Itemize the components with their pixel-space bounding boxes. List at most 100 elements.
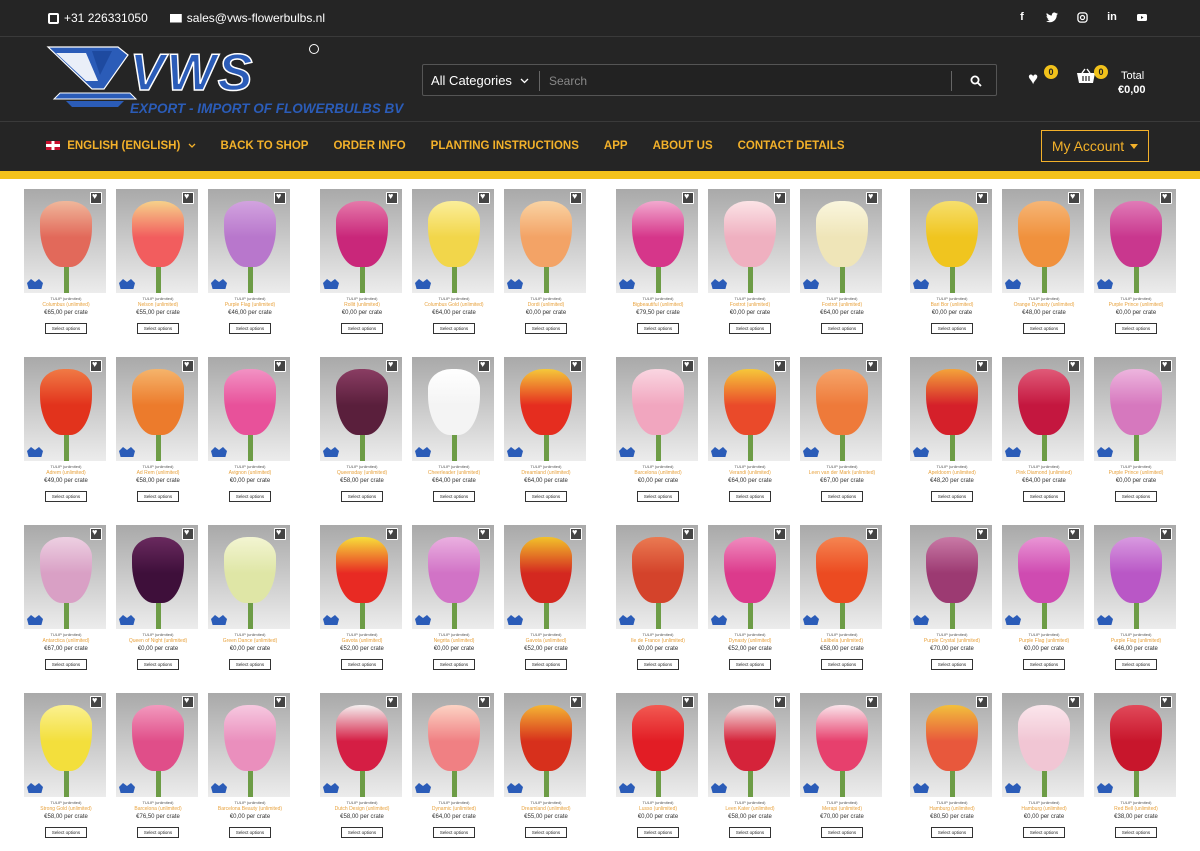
select-options-button[interactable]: Select options bbox=[821, 323, 863, 334]
linkedin-icon[interactable]: in bbox=[1106, 11, 1118, 23]
product-image[interactable] bbox=[24, 189, 106, 293]
select-options-button[interactable]: Select options bbox=[1023, 491, 1065, 502]
product-name[interactable]: Verandi (unlimited) bbox=[708, 470, 792, 476]
product-image[interactable] bbox=[504, 693, 586, 797]
product-image[interactable] bbox=[708, 693, 790, 797]
select-options-button[interactable]: Select options bbox=[229, 323, 271, 334]
add-to-wishlist-icon[interactable] bbox=[274, 191, 286, 204]
product-card[interactable]: TULIP (unlimited)Hamburg (unlimited) €80,… bbox=[910, 685, 994, 845]
add-to-wishlist-icon[interactable] bbox=[478, 359, 490, 372]
add-to-wishlist-icon[interactable] bbox=[90, 695, 102, 708]
product-image[interactable] bbox=[800, 357, 882, 461]
product-name[interactable]: Barcelona (unlimited) bbox=[116, 806, 200, 812]
product-name[interactable]: Foxtrot (unlimited) bbox=[708, 302, 792, 308]
select-options-button[interactable]: Select options bbox=[45, 827, 87, 838]
product-image[interactable] bbox=[412, 693, 494, 797]
cart-total[interactable]: Total €0,00 bbox=[1118, 69, 1146, 97]
product-image[interactable] bbox=[208, 357, 290, 461]
product-card[interactable]: TULIP (unlimited)Leen van der Mark (unli… bbox=[800, 349, 884, 509]
product-name[interactable]: Queen of Night (unlimited) bbox=[116, 638, 200, 644]
select-options-button[interactable]: Select options bbox=[341, 827, 383, 838]
product-image[interactable] bbox=[24, 357, 106, 461]
product-image[interactable] bbox=[910, 693, 992, 797]
add-to-wishlist-icon[interactable] bbox=[274, 527, 286, 540]
product-image[interactable] bbox=[504, 357, 586, 461]
product-image[interactable] bbox=[412, 189, 494, 293]
select-options-button[interactable]: Select options bbox=[821, 659, 863, 670]
product-card[interactable]: TULIP (unlimited)Gavota (unlimited) €52,0… bbox=[320, 517, 404, 677]
select-options-button[interactable]: Select options bbox=[229, 491, 271, 502]
product-card[interactable]: TULIP (unlimited)Adrem (unlimited) €49,00… bbox=[24, 349, 108, 509]
add-to-wishlist-icon[interactable] bbox=[182, 695, 194, 708]
select-options-button[interactable]: Select options bbox=[931, 323, 973, 334]
product-name[interactable]: Barcelona (unlimited) bbox=[616, 470, 700, 476]
add-to-wishlist-icon[interactable] bbox=[682, 359, 694, 372]
add-to-wishlist-icon[interactable] bbox=[570, 359, 582, 372]
product-image[interactable] bbox=[1094, 357, 1176, 461]
product-name[interactable]: Negrita (unlimited) bbox=[412, 638, 496, 644]
add-to-wishlist-icon[interactable] bbox=[386, 359, 398, 372]
product-image[interactable] bbox=[1094, 693, 1176, 797]
select-options-button[interactable]: Select options bbox=[1023, 659, 1065, 670]
add-to-wishlist-icon[interactable] bbox=[386, 695, 398, 708]
select-options-button[interactable]: Select options bbox=[45, 659, 87, 670]
product-image[interactable] bbox=[208, 189, 290, 293]
product-card[interactable]: TULIP (unlimited)Dynamic (unlimited) €64,… bbox=[412, 685, 496, 845]
add-to-wishlist-icon[interactable] bbox=[90, 191, 102, 204]
select-options-button[interactable]: Select options bbox=[341, 491, 383, 502]
product-name[interactable]: Merapi (unlimited) bbox=[800, 806, 884, 812]
product-image[interactable] bbox=[208, 693, 290, 797]
product-image[interactable] bbox=[208, 525, 290, 629]
product-name[interactable]: Columbus Gold (unlimited) bbox=[412, 302, 496, 308]
product-image[interactable] bbox=[800, 189, 882, 293]
product-image[interactable] bbox=[1002, 189, 1084, 293]
add-to-wishlist-icon[interactable] bbox=[1068, 695, 1080, 708]
product-image[interactable] bbox=[708, 357, 790, 461]
product-name[interactable]: Strong Gold (unlimited) bbox=[24, 806, 108, 812]
product-image[interactable] bbox=[1094, 525, 1176, 629]
product-name[interactable]: Gavota (unlimited) bbox=[504, 638, 588, 644]
product-name[interactable]: Gavota (unlimited) bbox=[320, 638, 404, 644]
add-to-wishlist-icon[interactable] bbox=[774, 527, 786, 540]
select-options-button[interactable]: Select options bbox=[637, 827, 679, 838]
product-name[interactable]: Leen van der Mark (unlimited) bbox=[800, 470, 884, 476]
product-image[interactable] bbox=[800, 525, 882, 629]
product-card[interactable]: TULIP (unlimited)Barcelona (unlimited) €0… bbox=[616, 349, 700, 509]
product-name[interactable]: Orange Dynasty (unlimited) bbox=[1002, 302, 1086, 308]
product-image[interactable] bbox=[116, 189, 198, 293]
add-to-wishlist-icon[interactable] bbox=[682, 695, 694, 708]
product-name[interactable]: Purple Prince (unlimited) bbox=[1094, 470, 1178, 476]
product-image[interactable] bbox=[616, 525, 698, 629]
product-name[interactable]: Rollit (unlimited) bbox=[320, 302, 404, 308]
cart-button[interactable]: 0 bbox=[1076, 65, 1108, 89]
product-card[interactable]: TULIP (unlimited)Bigbeautiful (unlimited… bbox=[616, 181, 700, 341]
select-options-button[interactable]: Select options bbox=[931, 659, 973, 670]
product-card[interactable]: TULIP (unlimited)Queen of Night (unlimit… bbox=[116, 517, 200, 677]
add-to-wishlist-icon[interactable] bbox=[182, 527, 194, 540]
product-card[interactable]: TULIP (unlimited)Rollit (unlimited) €0,00… bbox=[320, 181, 404, 341]
product-card[interactable]: TULIP (unlimited)Ad Rem (unlimited) €58,0… bbox=[116, 349, 200, 509]
product-image[interactable] bbox=[708, 189, 790, 293]
product-card[interactable]: TULIP (unlimited)Foxtrot (unlimited) €64,… bbox=[800, 181, 884, 341]
product-card[interactable]: TULIP (unlimited)Strong Gold (unlimited)… bbox=[24, 685, 108, 845]
select-options-button[interactable]: Select options bbox=[637, 659, 679, 670]
select-options-button[interactable]: Select options bbox=[433, 659, 475, 670]
add-to-wishlist-icon[interactable] bbox=[570, 527, 582, 540]
add-to-wishlist-icon[interactable] bbox=[1160, 359, 1172, 372]
nav-order-info[interactable]: ORDER INFO bbox=[333, 140, 405, 152]
product-name[interactable]: Green Dance (unlimited) bbox=[208, 638, 292, 644]
product-card[interactable]: TULIP (unlimited)Purple Prince (unlimite… bbox=[1094, 181, 1178, 341]
search-input[interactable] bbox=[549, 69, 939, 93]
add-to-wishlist-icon[interactable] bbox=[682, 527, 694, 540]
add-to-wishlist-icon[interactable] bbox=[182, 191, 194, 204]
add-to-wishlist-icon[interactable] bbox=[976, 695, 988, 708]
product-card[interactable]: TULIP (unlimited)Apeldoorn (unlimited) €4… bbox=[910, 349, 994, 509]
product-name[interactable]: Hamburg (unlimited) bbox=[910, 806, 994, 812]
product-card[interactable]: TULIP (unlimited)Columbus (unlimited) €65… bbox=[24, 181, 108, 341]
my-account-button[interactable]: My Account bbox=[1041, 130, 1149, 162]
select-options-button[interactable]: Select options bbox=[525, 323, 567, 334]
add-to-wishlist-icon[interactable] bbox=[274, 359, 286, 372]
language-selector[interactable]: ENGLISH (ENGLISH) bbox=[46, 140, 196, 152]
product-card[interactable]: TULIP (unlimited)Green Dance (unlimited)… bbox=[208, 517, 292, 677]
add-to-wishlist-icon[interactable] bbox=[386, 527, 398, 540]
